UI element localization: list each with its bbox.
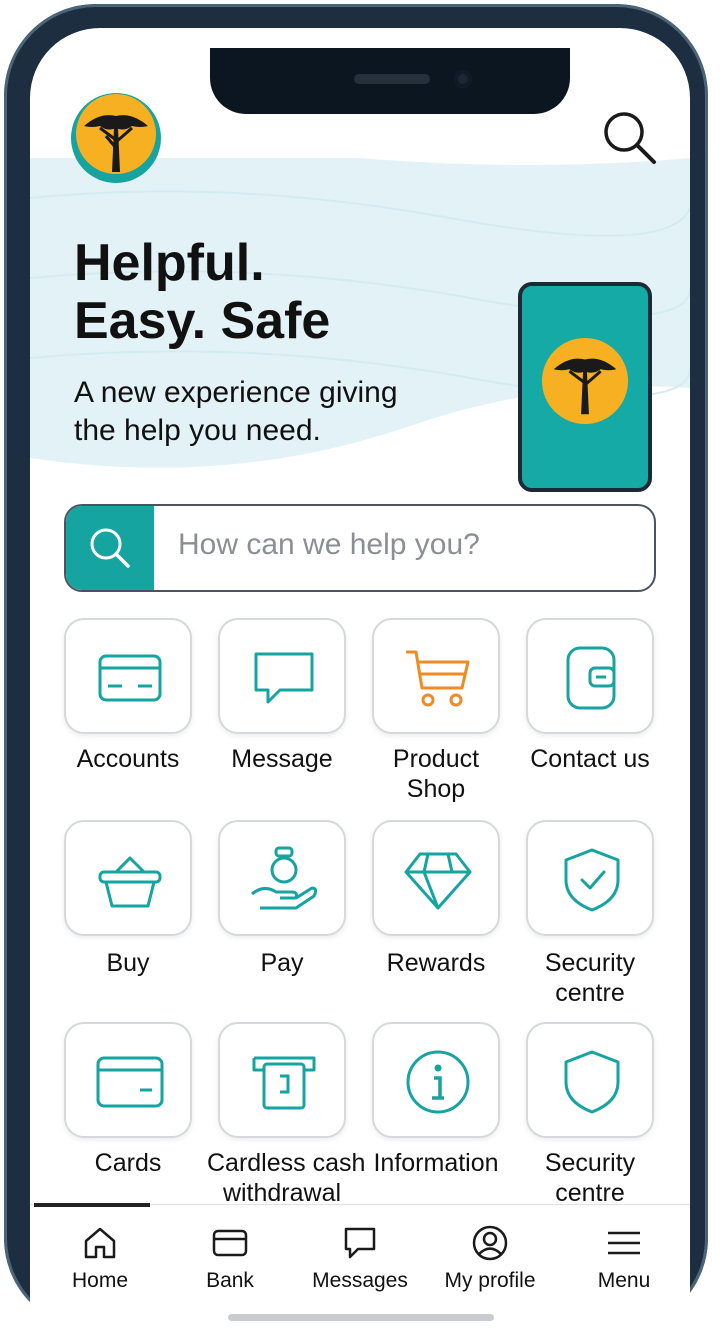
- diamond-icon: [404, 852, 472, 910]
- chat-bubble-icon: [254, 652, 314, 704]
- app-screen: Helpful. Easy. Safe A new experience giv…: [30, 28, 690, 1334]
- tile-label-accounts: Accounts: [53, 744, 203, 774]
- bank-card-icon: [212, 1229, 248, 1257]
- pay-tile[interactable]: [218, 820, 346, 936]
- message-icon: [344, 1227, 376, 1259]
- nav-label-my-profile: My profile: [444, 1269, 536, 1292]
- nav-label-menu: Menu: [597, 1269, 651, 1292]
- wallet-contact-icon: [566, 646, 616, 710]
- tile-label-product-shop: Product Shop: [361, 744, 511, 804]
- security-centre-tile-2[interactable]: [526, 1022, 654, 1138]
- headline-line-1: Helpful.: [74, 234, 265, 292]
- shield-icon: [564, 1050, 620, 1114]
- front-camera: [454, 70, 472, 88]
- search-icon: [90, 528, 130, 568]
- nav-home[interactable]: Home: [34, 1205, 166, 1315]
- tile-label-security-centre-2: Security centre: [515, 1148, 665, 1208]
- profile-icon: [472, 1225, 508, 1261]
- tile-label-pay: Pay: [207, 948, 357, 978]
- nav-menu[interactable]: Menu: [558, 1205, 690, 1315]
- rewards-tile[interactable]: [372, 820, 500, 936]
- headline-line-2: Easy. Safe: [74, 292, 331, 350]
- speaker-grille: [354, 74, 430, 84]
- phone-notch: [210, 48, 570, 114]
- fnb-logo-icon[interactable]: [70, 92, 162, 184]
- tile-label-line-1: Cardless cash: [207, 1149, 366, 1177]
- tile-label-line-1: Security: [544, 1149, 636, 1177]
- tile-label-message: Message: [207, 744, 357, 774]
- shopping-cart-icon: [406, 650, 470, 707]
- tile-label-line-2: centre: [555, 979, 625, 1007]
- tile-label-line-1: Message: [231, 745, 333, 773]
- product-shop-tile[interactable]: [372, 618, 500, 734]
- nav-label-messages: Messages: [312, 1269, 408, 1292]
- tile-label-line-1: Accounts: [76, 745, 180, 773]
- atm-icon: [252, 1056, 316, 1110]
- tile-label-cards: Cards: [53, 1148, 203, 1178]
- subline-line-2: the help you need.: [74, 414, 321, 447]
- subline-line-1: A new experience giving: [74, 376, 398, 409]
- tile-label-line-1: Cards: [94, 1149, 162, 1177]
- info-icon: [406, 1050, 470, 1114]
- message-tile[interactable]: [218, 618, 346, 734]
- tile-label-line-1: Product: [392, 745, 480, 773]
- tile-label-line-1: Information: [373, 1149, 499, 1177]
- hero-subline: A new experience giving the help you nee…: [74, 374, 474, 450]
- nav-label-home: Home: [71, 1269, 129, 1292]
- fnb-logo-icon: [541, 337, 629, 425]
- tile-label-information: Information: [361, 1148, 511, 1178]
- tile-label-line-1: Buy: [106, 949, 150, 977]
- nav-label-bank: Bank: [206, 1269, 254, 1292]
- cardless-cash-tile[interactable]: [218, 1022, 346, 1138]
- tile-label-security-centre: Security centre: [515, 948, 665, 1008]
- nav-messages[interactable]: Messages: [294, 1205, 426, 1315]
- tile-label-rewards: Rewards: [361, 948, 511, 978]
- search-button[interactable]: [66, 506, 154, 590]
- tile-label-line-1: Security: [544, 949, 636, 977]
- contact-us-tile[interactable]: [526, 618, 654, 734]
- screenshot-stage: Helpful. Easy. Safe A new experience giv…: [0, 0, 720, 1334]
- home-indicator-bar[interactable]: [228, 1314, 494, 1321]
- search-icon[interactable]: [598, 106, 662, 170]
- tile-label-contact-us: Contact us: [515, 744, 665, 774]
- card-icon: [96, 1056, 164, 1108]
- tile-label-cardless-cash: Cardless cash withdrawal: [207, 1148, 366, 1208]
- tile-label-buy: Buy: [53, 948, 203, 978]
- search-input[interactable]: How can we help you?: [178, 528, 480, 562]
- cards-tile[interactable]: [64, 1022, 192, 1138]
- information-tile[interactable]: [372, 1022, 500, 1138]
- home-icon: [84, 1227, 116, 1259]
- nav-bank[interactable]: Bank: [164, 1205, 296, 1315]
- buy-tile[interactable]: [64, 820, 192, 936]
- security-centre-tile[interactable]: [526, 820, 654, 936]
- menu-icon: [608, 1231, 640, 1255]
- nav-my-profile[interactable]: My profile: [424, 1205, 556, 1315]
- help-search-bar[interactable]: How can we help you?: [64, 504, 656, 592]
- accounts-tile[interactable]: [64, 618, 192, 734]
- hand-coin-icon: [251, 846, 318, 910]
- shield-check-icon: [564, 848, 620, 912]
- tile-label-line-1: Rewards: [386, 949, 486, 977]
- basket-icon: [98, 856, 162, 908]
- wallet-icon: [98, 654, 162, 702]
- tile-label-line-1: Pay: [260, 949, 304, 977]
- hero-headline: Helpful. Easy. Safe: [74, 234, 504, 350]
- tile-label-line-1: Contact us: [530, 745, 650, 773]
- promo-phone-illustration: [518, 282, 652, 492]
- tile-label-line-2: Shop: [406, 775, 466, 803]
